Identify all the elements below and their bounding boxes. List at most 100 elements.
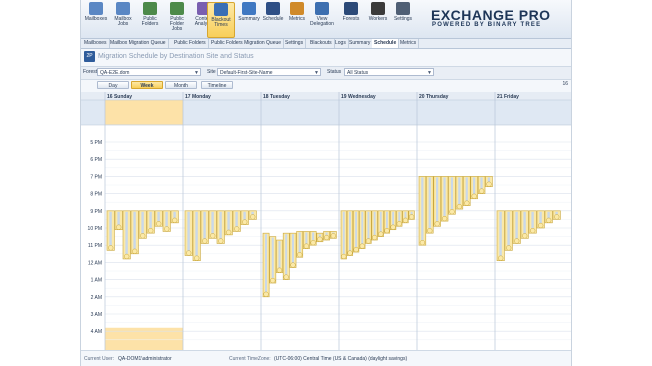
ribbon-button-mailbox-jobs[interactable]: Mailbox Jobs: [110, 2, 136, 36]
migration-event-core: [291, 234, 294, 267]
event-marker-icon: [210, 233, 216, 239]
migration-event-core: [109, 211, 112, 250]
migration-event-core: [203, 211, 206, 243]
blackout-times-icon: [214, 3, 228, 16]
view-button-month[interactable]: Month: [165, 81, 197, 89]
event-marker-icon: [218, 238, 224, 244]
event-marker-icon: [330, 233, 336, 239]
ribbon-button-blackout-times[interactable]: Blackout Times: [207, 2, 235, 38]
event-marker-icon: [456, 203, 463, 210]
event-marker-icon: [365, 238, 372, 244]
tab-schedule[interactable]: Schedule: [372, 39, 400, 48]
time-label: 1 AM: [91, 278, 102, 284]
ribbon-button-summary[interactable]: Summary: [236, 2, 262, 36]
tab-mailbox-migration-queue[interactable]: Mailbox Migration Queue: [108, 39, 169, 48]
event-marker-icon: [498, 255, 504, 261]
event-marker-icon: [276, 267, 283, 273]
migration-event-core: [278, 241, 281, 272]
day-header-label: 21 Friday: [497, 94, 519, 100]
migration-event-core: [195, 211, 198, 260]
event-marker-icon: [522, 233, 528, 239]
ribbon-button-label: View Delegation: [310, 16, 334, 27]
day-header-label: 18 Tuesday: [263, 94, 290, 100]
ribbon-button-label: Public Folder Jobs: [169, 16, 185, 32]
event-marker-icon: [124, 253, 130, 260]
view-button-week[interactable]: Week: [131, 81, 163, 89]
status-select[interactable]: All Status ▼: [344, 68, 434, 76]
current-user-value: QA-DOM1\administrator: [118, 356, 172, 362]
time-label: 4 AM: [91, 329, 102, 335]
ribbon-button-public-folders[interactable]: Public Folders: [137, 2, 163, 36]
event-marker-icon: [347, 250, 353, 256]
time-label: 3 AM: [91, 312, 102, 318]
migration-event-core: [219, 211, 222, 243]
day-header-label: 19 Wednesday: [341, 94, 376, 100]
event-marker-icon: [449, 209, 455, 215]
event-marker-icon: [353, 246, 359, 253]
brand-title: EXCHANGE PRO: [431, 7, 551, 23]
event-marker-icon: [471, 193, 477, 199]
ribbon-button-schedule[interactable]: Schedule: [260, 2, 286, 36]
event-marker-icon: [290, 262, 296, 268]
ribbon-button-public-folder-jobs[interactable]: Public Folder Jobs: [164, 2, 190, 36]
event-marker-icon: [396, 221, 402, 227]
event-marker-icon: [384, 228, 390, 234]
migration-event-core: [125, 211, 128, 258]
event-marker-icon: [156, 221, 162, 227]
site-select-value: Default-First-Site-Name: [220, 70, 273, 76]
forest-label: Forest: [83, 69, 98, 75]
ribbon-button-view-delegation[interactable]: View Delegation: [309, 2, 335, 36]
ribbon-button-label: Mailboxes: [84, 16, 108, 22]
forests-icon: [344, 2, 358, 15]
event-marker-icon: [323, 234, 330, 241]
tab-metrics[interactable]: Metrics: [398, 39, 420, 48]
view-switcher: 16 Day Week Month Timeline: [81, 80, 571, 91]
tab-mailboxes[interactable]: Mailboxes: [82, 39, 110, 48]
view-button-day[interactable]: Day: [97, 81, 129, 89]
tab-strip: Mailboxes Mailbox Migration Queue Public F…: [81, 39, 571, 49]
status-bar: Current User: QA-DOM1\administrator Curr…: [81, 350, 571, 366]
page-title: Migration Schedule by Destination Site a…: [98, 53, 254, 60]
view-button-timeline[interactable]: Timeline: [201, 81, 233, 89]
ribbon-button-settings[interactable]: Settings: [390, 2, 416, 36]
time-label: 9 PM: [90, 209, 102, 215]
event-marker-icon: [172, 217, 178, 223]
event-marker-icon: [164, 226, 170, 232]
site-select[interactable]: Default-First-Site-Name ▼: [217, 68, 321, 76]
public-folders-icon: [143, 2, 157, 15]
event-marker-icon: [464, 200, 470, 206]
migration-event-core: [133, 211, 136, 253]
public-folder-jobs-icon: [170, 2, 184, 15]
event-marker-icon: [140, 233, 146, 239]
view-range-label: 16: [562, 81, 568, 87]
ribbon-button-metrics[interactable]: Metrics: [284, 2, 310, 36]
event-marker-icon: [506, 245, 512, 251]
ribbon-button-label: Mailbox Jobs: [114, 16, 132, 27]
migration-event-core: [507, 211, 510, 250]
event-marker-icon: [538, 222, 544, 229]
tab-summary[interactable]: Summary: [347, 39, 374, 48]
timezone-label: Current TimeZone:: [229, 356, 271, 362]
event-marker-icon: [283, 274, 289, 280]
migration-event-core: [271, 237, 274, 283]
tab-blackouts[interactable]: Blackouts: [308, 39, 335, 48]
event-marker-icon: [419, 240, 426, 246]
event-marker-icon: [226, 229, 232, 236]
selected-day-highlight: [105, 100, 183, 125]
tab-settings[interactable]: Settings: [283, 39, 307, 48]
page-header: 2P Migration Schedule by Destination Sit…: [81, 49, 571, 65]
view-delegation-icon: [315, 2, 329, 15]
week-calendar: 5 PM 6 PM 7 PM 8 PM 9 PM 10 PM 11 PM 12 AM 1 AM 2…: [81, 92, 571, 350]
tab-public-folders-migration-queue[interactable]: Public Folders Migration Queue: [209, 39, 285, 48]
migration-event-core: [285, 234, 288, 279]
ribbon-button-label: Metrics: [288, 16, 306, 22]
tab-public-folders[interactable]: Public Folders: [172, 39, 209, 48]
ribbon-button-workers[interactable]: Workers: [365, 2, 391, 36]
event-marker-icon: [234, 226, 240, 232]
ribbon-button-label: Workers: [368, 16, 388, 22]
ribbon-button-forests[interactable]: Forests: [338, 2, 364, 36]
event-marker-icon: [434, 221, 440, 227]
event-marker-icon: [303, 243, 310, 249]
forest-select[interactable]: QA-E2E.dom ▼: [97, 68, 201, 76]
ribbon-button-mailboxes[interactable]: Mailboxes: [83, 2, 109, 36]
